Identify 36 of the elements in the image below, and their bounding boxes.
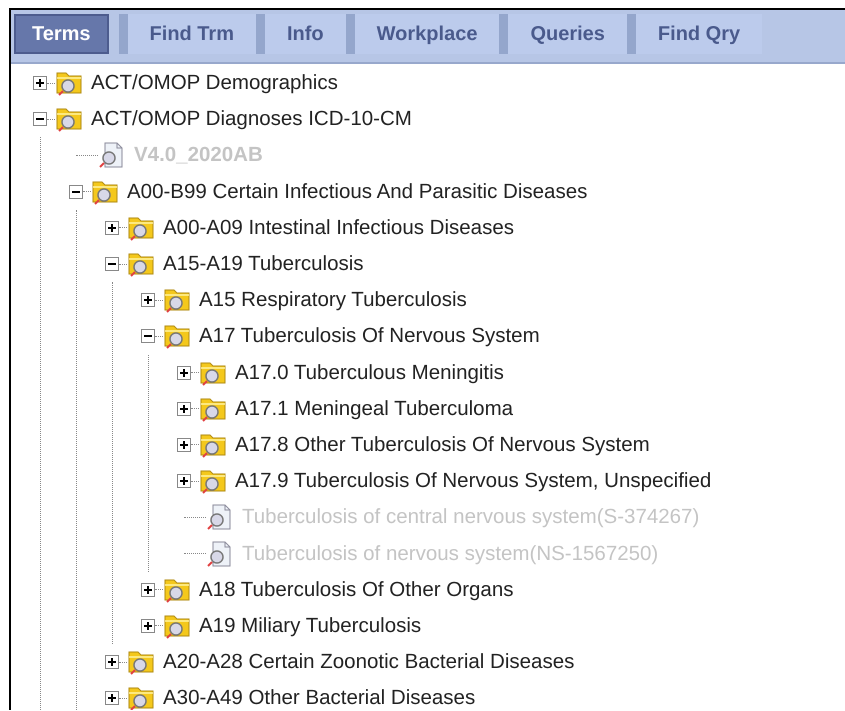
tree-item[interactable]: A17.8 Other Tuberculosis Of Nervous System — [235, 432, 650, 457]
tree-item[interactable]: A15 Respiratory Tuberculosis — [199, 288, 467, 312]
expand-toggle[interactable] — [177, 438, 191, 452]
expand-toggle[interactable] — [177, 402, 191, 416]
tree-item[interactable]: A30-A49 Other Bacterial Diseases — [163, 686, 476, 710]
collapse-toggle[interactable] — [105, 257, 119, 272]
tree-item[interactable]: A19 Miliary Tuberculosis — [199, 614, 422, 638]
tab[interactable]: Queries — [499, 14, 627, 54]
expand-toggle[interactable] — [33, 76, 47, 90]
expand-toggle[interactable] — [141, 582, 155, 597]
collapse-toggle[interactable] — [141, 329, 155, 344]
tree-item[interactable]: A15-A19 Tuberculosis — [163, 252, 364, 276]
expand-toggle[interactable] — [177, 366, 191, 380]
collapse-toggle[interactable] — [33, 112, 47, 126]
tab[interactable]: Workplace — [346, 14, 500, 54]
tree-item[interactable]: A00-B99 Certain Infectious And Parasitic Diseases — [127, 180, 588, 204]
tree-item[interactable]: A18 Tuberculosis Of Other Organs — [199, 578, 514, 602]
expand-toggle[interactable] — [141, 618, 155, 633]
tree-item[interactable]: ACT/OMOP Diagnoses ICD-10-CM — [91, 107, 412, 132]
expand-toggle[interactable] — [141, 293, 155, 308]
tree-item[interactable]: A17.9 Tuberculosis Of Nervous System, Unspecified — [235, 469, 712, 494]
tab[interactable]: Find Trm — [118, 14, 256, 54]
expand-toggle[interactable] — [177, 474, 191, 488]
tree-item[interactable]: A17.0 Tuberculous Meningitis — [235, 360, 504, 385]
tree-item[interactable]: A20-A28 Certain Zoonotic Bacterial Diseases — [163, 650, 574, 674]
expand-toggle[interactable] — [105, 220, 119, 235]
expand-toggle[interactable] — [105, 655, 119, 670]
tab[interactable]: Terms — [14, 14, 109, 54]
collapse-toggle[interactable] — [69, 184, 83, 199]
tree-item[interactable]: A17.1 Meningeal Tuberculoma — [235, 396, 514, 421]
tab[interactable]: Info — [256, 14, 346, 54]
tree-item[interactable]: ACT/OMOP Demographics — [91, 71, 338, 96]
tab[interactable]: Find Qry — [626, 14, 762, 54]
expand-toggle[interactable] — [105, 691, 119, 706]
tree-item[interactable]: A00-A09 Intestinal Infectious Diseases — [163, 216, 514, 240]
tree-item[interactable]: A17 Tuberculosis Of Nervous System — [199, 324, 540, 348]
